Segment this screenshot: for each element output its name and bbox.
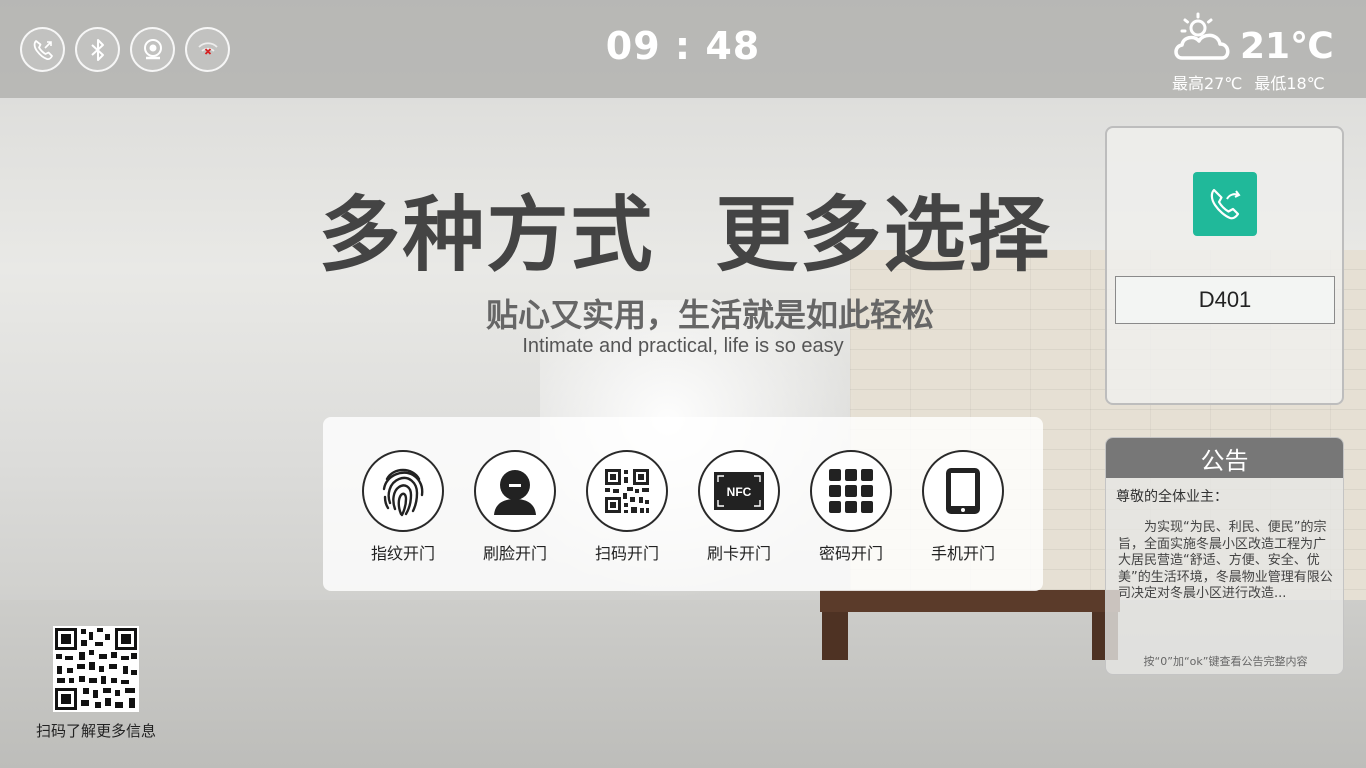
fingerprint-unlock-label: 指纹开门 xyxy=(370,544,435,563)
face-unlock-option[interactable]: 刷脸开门 xyxy=(459,450,571,564)
weather-widget: 21℃ 最高27℃ 最低18℃ xyxy=(1168,10,1358,93)
qr-unlock-option[interactable]: 扫码开门 xyxy=(571,450,683,564)
notice-panel[interactable]: 公告 尊敬的全体业主： 为实现“为民、利民、便民”的宗旨，全面实施冬晨小区改造工… xyxy=(1105,437,1344,675)
low-temperature: 最低18℃ xyxy=(1254,74,1325,93)
intercom-phone-icon xyxy=(20,27,65,72)
page-subheadline-english: Intimate and practical, life is so easy xyxy=(522,335,844,357)
notice-hint: 按“0”加“ok”键查看公告完整内容 xyxy=(1143,655,1308,668)
current-temperature: 21℃ xyxy=(1240,26,1334,67)
fingerprint-unlock-option[interactable]: 指纹开门 xyxy=(347,450,459,564)
camera-icon xyxy=(130,27,175,72)
page-headline: 多种方式 更多选择 xyxy=(318,188,1052,283)
nfc-text: NFC xyxy=(727,485,752,499)
face-unlock-label: 刷脸开门 xyxy=(482,544,547,563)
keypad-icon xyxy=(810,450,892,532)
call-button[interactable] xyxy=(1193,172,1257,236)
network-disconnected-icon xyxy=(185,27,230,72)
status-bar: 09 : 48 21℃ 最高27℃ 最低18℃ xyxy=(0,0,1366,98)
bluetooth-icon xyxy=(75,27,120,72)
call-panel: D401 xyxy=(1105,126,1344,405)
unlock-methods-panel: 指纹开门 刷脸开门 扫码开门 NFC 刷卡开门 密码开门 手机开门 xyxy=(323,417,1043,591)
page-subheadline: 贴心又实用，生活就是如此轻松 xyxy=(485,296,934,334)
fingerprint-icon xyxy=(362,450,444,532)
temperature-range: 最高27℃ 最低18℃ xyxy=(1172,70,1325,94)
mobile-phone-icon xyxy=(922,450,1004,532)
password-unlock-option[interactable]: 密码开门 xyxy=(795,450,907,564)
password-unlock-label: 密码开门 xyxy=(818,544,883,563)
nfc-unlock-option[interactable]: NFC 刷卡开门 xyxy=(683,450,795,564)
high-temperature: 最高27℃ xyxy=(1172,74,1243,93)
notice-greeting: 尊敬的全体业主： xyxy=(1116,489,1228,505)
mobile-unlock-option[interactable]: 手机开门 xyxy=(907,450,1019,564)
status-icons xyxy=(20,27,230,72)
nfc-card-icon: NFC xyxy=(698,450,780,532)
face-icon xyxy=(474,450,556,532)
notice-body: 为实现“为民、利民、便民”的宗旨，全面实施冬晨小区改造工程为广大居民营造“舒适、… xyxy=(1118,520,1333,601)
qr-code-icon xyxy=(586,450,668,532)
info-qr-code xyxy=(53,626,139,712)
clock: 09 : 48 xyxy=(605,24,761,68)
notice-title: 公告 xyxy=(1106,438,1343,478)
info-qr-block: 扫码了解更多信息 xyxy=(20,626,172,741)
call-icon xyxy=(1210,188,1241,220)
room-number-input[interactable]: D401 xyxy=(1115,276,1335,324)
qr-caption: 扫码了解更多信息 xyxy=(35,722,156,740)
background-bench-leg xyxy=(822,612,848,660)
qr-unlock-label: 扫码开门 xyxy=(594,544,659,563)
partly-cloudy-icon xyxy=(1172,12,1236,70)
mobile-unlock-label: 手机开门 xyxy=(930,544,995,563)
nfc-unlock-label: 刷卡开门 xyxy=(706,544,771,563)
background-bench xyxy=(820,590,1120,612)
